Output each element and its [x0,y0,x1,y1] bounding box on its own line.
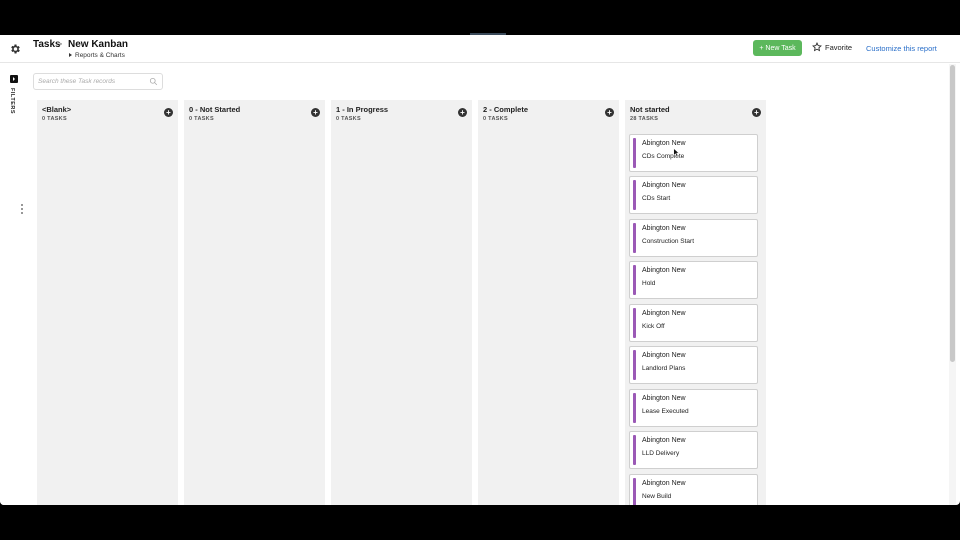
card-status-bar [633,180,636,210]
card-project: Abington New [642,395,686,402]
recording-top-border [0,0,960,35]
favorite-label: Favorite [825,42,853,52]
caret-right-icon [69,53,72,57]
page-title: New Kanban [68,39,129,50]
card-task: New Build [642,493,672,500]
kanban-column-not-started-0: 0 - Not Started 0 TASKS + [184,100,325,505]
card-status-bar [633,435,636,465]
breadcrumb-separator: > [57,39,63,49]
card-status-bar [633,138,636,168]
task-card[interactable]: Abington New New Build [629,474,758,505]
card-status-bar [633,350,636,380]
column-title: <Blank> [42,105,72,114]
card-status-bar [633,265,636,295]
task-card[interactable]: Abington New CDs Start [629,176,758,214]
reports-charts-label: Reports & Charts [75,52,125,59]
task-card[interactable]: Abington New Construction Start [629,219,758,257]
kanban-column-complete: 2 - Complete 0 TASKS + [478,100,619,505]
card-status-bar [633,308,636,338]
task-card[interactable]: Abington New CDs Complete [629,134,758,172]
scrollbar-thumb[interactable] [950,65,955,362]
filters-label[interactable]: FILTERS [9,88,15,114]
card-task: Hold [642,280,656,287]
task-card[interactable]: Abington New Landlord Plans [629,346,758,384]
column-count: 0 TASKS [189,116,214,122]
gear-icon[interactable] [9,43,21,55]
card-status-bar [633,393,636,423]
column-title: 1 - In Progress [336,105,389,114]
new-task-button[interactable]: + New Task [753,40,802,56]
column-count: 0 TASKS [336,116,361,122]
kanban-column-blank: <Blank> 0 TASKS + [37,100,178,505]
add-card-icon[interactable]: + [752,108,761,117]
search-input[interactable] [38,76,146,87]
filters-panel: FILTERS [0,64,28,505]
card-project: Abington New [642,140,686,147]
task-card[interactable]: Abington New Hold [629,261,758,299]
customize-report-link[interactable]: Customize this report [866,44,937,53]
card-task: LLD Delivery [642,450,680,457]
card-task: CDs Start [642,195,671,202]
column-count: 0 TASKS [42,116,67,122]
kanban-column-in-progress: 1 - In Progress 0 TASKS + [331,100,472,505]
favorite-button[interactable]: Favorite [812,42,852,52]
card-task: Landlord Plans [642,365,686,372]
card-task: Kick Off [642,323,665,330]
star-icon [812,42,822,52]
header: Tasks > New Kanban Reports & Charts + Ne… [0,35,960,63]
card-status-bar [633,478,636,505]
column-count: 28 TASKS [630,116,659,122]
resize-handle[interactable] [21,204,23,216]
column-title: Not started [630,105,670,114]
column-count: 0 TASKS [483,116,508,122]
kanban-column-not-started: Not started 28 TASKS + Abington New CDs C… [625,100,766,505]
task-card[interactable]: Abington New Kick Off [629,304,758,342]
card-task: Construction Start [642,238,695,245]
card-project: Abington New [642,480,686,487]
task-card[interactable]: Abington New Lease Executed [629,389,758,427]
column-title: 2 - Complete [483,105,529,114]
card-status-bar [633,223,636,253]
card-project: Abington New [642,267,686,274]
reports-charts-toggle[interactable]: Reports & Charts [69,52,125,59]
search-box [33,73,163,90]
add-card-icon[interactable]: + [458,108,467,117]
card-project: Abington New [642,310,686,317]
add-card-icon[interactable]: + [164,108,173,117]
expand-filters-icon[interactable] [10,75,18,83]
card-project: Abington New [642,182,686,189]
add-card-icon[interactable]: + [605,108,614,117]
mouse-cursor-icon [673,148,679,157]
card-task: Lease Executed [642,408,689,415]
add-card-icon[interactable]: + [311,108,320,117]
card-project: Abington New [642,225,686,232]
column-title: 0 - Not Started [189,105,241,114]
recording-bottom-border [0,505,960,540]
search-icon[interactable] [149,77,158,86]
card-project: Abington New [642,437,686,444]
task-card[interactable]: Abington New LLD Delivery [629,431,758,469]
card-project: Abington New [642,352,686,359]
app-window: Tasks > New Kanban Reports & Charts + Ne… [0,35,960,505]
